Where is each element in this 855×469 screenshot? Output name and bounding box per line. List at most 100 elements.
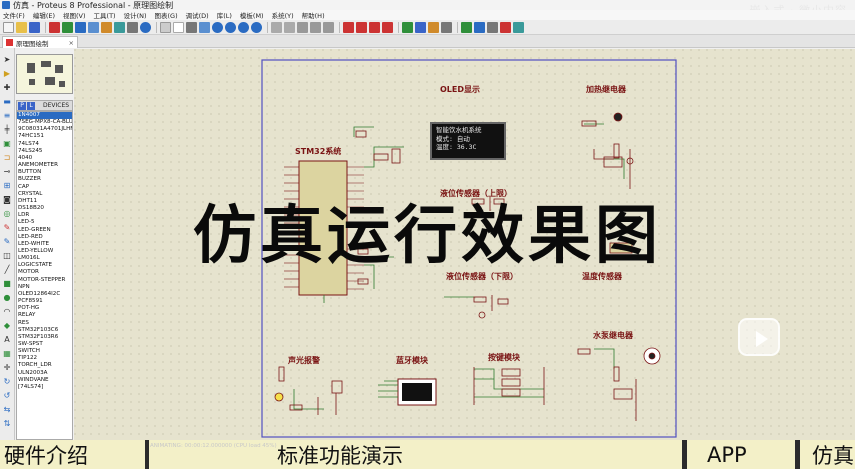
device-list-item[interactable]: PCF8591 [17,298,72,305]
zoom-in-icon[interactable] [212,21,223,33]
undo-icon[interactable] [271,21,282,33]
cut-icon[interactable] [297,21,308,33]
save-icon[interactable] [29,21,40,33]
device-list-item[interactable]: SWITCH [17,348,72,355]
new-file-icon[interactable] [3,21,14,33]
component-mode-icon[interactable]: ▶ [2,68,12,78]
origin-icon[interactable] [186,21,197,33]
zoom-area-icon[interactable] [251,21,262,33]
device-list-item[interactable]: ANEMOMETER [17,162,72,169]
menu-file[interactable]: 文件(F) [3,10,25,20]
device-list-item[interactable]: 74LS245 [17,148,72,155]
3d-view-icon[interactable] [88,21,99,33]
pick-devices-button[interactable]: P [18,101,26,110]
menu-system[interactable]: 系统(Y) [272,10,294,20]
device-list-item[interactable]: RELAY [17,312,72,319]
device-list-item[interactable]: ULN2003A [17,370,72,377]
device-list-item[interactable]: 4040 [17,155,72,162]
paste-icon[interactable] [323,21,334,33]
electrical-check-icon[interactable] [513,21,524,33]
mirror-icon[interactable]: ⇆ [2,404,12,414]
video-play-button[interactable] [738,318,780,356]
device-list-item[interactable]: BUZZER [17,176,72,183]
overview-window[interactable] [16,54,73,94]
chapter-hardware[interactable]: 硬件介绍 [0,440,145,469]
device-list-item[interactable]: TIP122 [17,355,72,362]
source-code-icon[interactable] [127,21,138,33]
circle-icon[interactable]: ● [2,292,12,302]
zoom-all-icon[interactable] [238,21,249,33]
menu-graph[interactable]: 图表(G) [155,10,178,20]
open-folder-icon[interactable] [16,21,27,33]
refresh-icon[interactable] [160,21,171,33]
box-icon[interactable]: ■ [2,278,12,288]
block-rotate-icon[interactable] [369,21,380,33]
device-pin-icon[interactable]: ⊸ [2,166,12,176]
menu-debug[interactable]: 调试(D) [186,10,209,20]
device-list-item[interactable]: 7SEG-MPX8-CA-BLUE [17,119,72,126]
device-list-item[interactable]: MOTOR-STEPPER [17,277,72,284]
pan-icon[interactable] [199,21,210,33]
select-arrow-icon[interactable]: ➤ [2,54,12,64]
menu-template[interactable]: 模板(M) [240,10,264,20]
pcb-icon[interactable] [75,21,86,33]
junction-dot-icon[interactable]: ✚ [2,82,12,92]
rotate-cw-icon[interactable]: ↻ [2,376,12,386]
decompose-icon[interactable] [441,21,452,33]
menu-library[interactable]: 库(L) [217,10,232,20]
tab-schematic[interactable]: 原理图绘制 × [2,36,78,48]
device-list-item[interactable]: STM32F103C6 [17,327,72,334]
text-icon[interactable]: A [2,334,12,344]
device-list-item[interactable]: BUTTON [17,169,72,176]
device-list-item[interactable]: [74LS74] [17,384,72,391]
bus-icon[interactable]: ╪ [2,124,12,134]
gerber-icon[interactable] [101,21,112,33]
schematic-icon[interactable] [62,21,73,33]
device-list-item[interactable]: 1N4007 [17,112,72,120]
package-tool-icon[interactable] [428,21,439,33]
help-icon[interactable] [140,21,151,33]
terminal-icon[interactable]: ⊐ [2,152,12,162]
flip-icon[interactable]: ⇅ [2,418,12,428]
path-icon[interactable]: ◆ [2,320,12,330]
copy-icon[interactable] [310,21,321,33]
search-tag-icon[interactable] [474,21,485,33]
device-list-item[interactable]: 74HC151 [17,133,72,140]
close-icon[interactable]: × [69,39,74,47]
netlist-icon[interactable] [500,21,511,33]
device-list-item[interactable]: 74LS74 [17,141,72,148]
make-device-icon[interactable] [415,21,426,33]
device-list-item[interactable]: TORCH_LDR [17,362,72,369]
block-copy-icon[interactable] [343,21,354,33]
text-script-icon[interactable]: ≡ [2,110,12,120]
symbol-icon[interactable]: ▦ [2,348,12,358]
rotate-ccw-icon[interactable]: ↺ [2,390,12,400]
arc-icon[interactable]: ◠ [2,306,12,316]
device-list-item[interactable]: OLED12864I2C [17,291,72,298]
block-delete-icon[interactable] [382,21,393,33]
home-icon[interactable] [49,21,60,33]
grid-icon[interactable] [173,21,184,33]
bom-icon[interactable] [114,21,125,33]
subcircuit-icon[interactable]: ▣ [2,138,12,148]
pick-device-icon[interactable] [402,21,413,33]
menu-tools[interactable]: 工具(T) [94,10,116,20]
chapter-app[interactable]: APP [687,440,795,469]
menu-edit[interactable]: 编辑(E) [33,10,55,20]
device-list-item[interactable]: STM32F103R6 [17,334,72,341]
marker-icon[interactable]: ✛ [2,362,12,372]
device-list-item[interactable]: WINDVANE [17,377,72,384]
device-list-item[interactable]: POT-HG [17,305,72,312]
wire-label-icon[interactable]: ▬ [2,96,12,106]
chapter-simulation[interactable]: 仿真 [800,440,855,469]
menu-design[interactable]: 设计(N) [124,10,147,20]
menu-help[interactable]: 帮助(H) [302,10,325,20]
zoom-out-icon[interactable] [225,21,236,33]
menu-view[interactable]: 视图(V) [63,10,86,20]
device-list-item[interactable]: 9C08031A4701JLHFT [17,126,72,133]
block-move-icon[interactable] [356,21,367,33]
device-list-item[interactable]: SW-SPST [17,341,72,348]
device-list-item[interactable]: NPN [17,284,72,291]
library-manager-button[interactable]: L [27,101,35,110]
property-tool-icon[interactable] [487,21,498,33]
